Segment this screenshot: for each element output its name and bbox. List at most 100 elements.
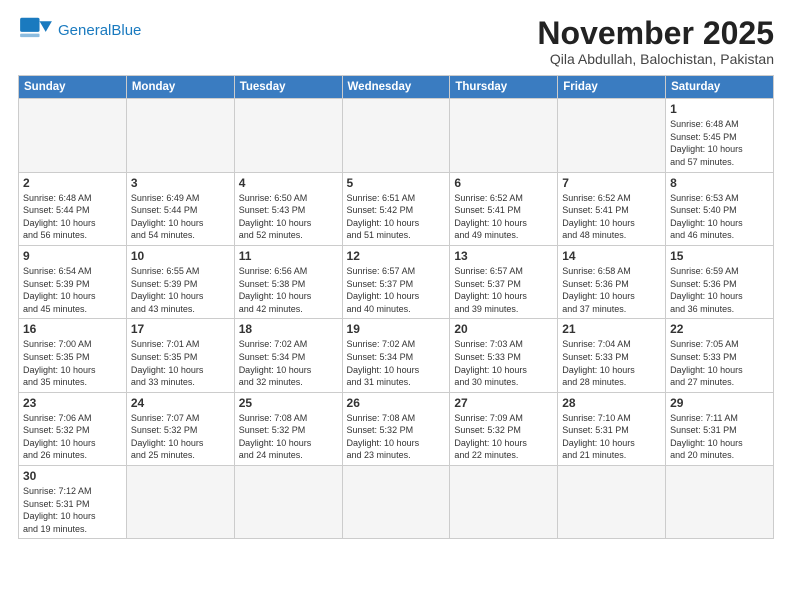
day-info: Sunrise: 7:04 AM Sunset: 5:33 PM Dayligh… [562, 338, 661, 388]
calendar-day-cell [126, 466, 234, 539]
calendar-day-cell: 3 Sunrise: 6:49 AM Sunset: 5:44 PM Daylig… [126, 172, 234, 245]
calendar-day-cell: 25Sunrise: 7:08 AM Sunset: 5:32 PM Dayli… [234, 392, 342, 465]
calendar-day-cell [19, 99, 127, 172]
day-number: 21 [562, 322, 661, 336]
day-number: 30 [23, 469, 122, 483]
calendar-week-5: 23 Sunrise: 7:06 AM Sunset: 5:32 PM Dayli… [19, 392, 774, 465]
calendar-day-cell: 15 Sunrise: 6:59 AM Sunset: 5:36 PM Dayli… [666, 245, 774, 318]
day-info: Sunrise: 7:11 AM Sunset: 5:31 PM Dayligh… [670, 412, 769, 462]
calendar-day-cell: 26 Sunrise: 7:08 AM Sunset: 5:32 PM Dayli… [342, 392, 450, 465]
day-number: 24 [131, 396, 230, 410]
day-number: 12 [347, 249, 446, 263]
day-info: Sunrise: 6:51 AM Sunset: 5:42 PM Dayligh… [347, 192, 446, 242]
logo-text: GeneralBlue [58, 22, 141, 40]
calendar-day-cell: 10Sunrise: 6:55 AM Sunset: 5:39 PM Dayli… [126, 245, 234, 318]
day-info: Sunrise: 6:56 AM Sunset: 5:38 PM Dayligh… [239, 265, 338, 315]
calendar-day-cell: 29 Sunrise: 7:11 AM Sunset: 5:31 PM Dayli… [666, 392, 774, 465]
calendar-day-cell [666, 466, 774, 539]
calendar-day-cell [450, 99, 558, 172]
day-number: 19 [347, 322, 446, 336]
day-info: Sunrise: 6:53 AM Sunset: 5:40 PM Dayligh… [670, 192, 769, 242]
day-number: 26 [347, 396, 446, 410]
calendar-day-cell: 13 Sunrise: 6:57 AM Sunset: 5:37 PM Dayli… [450, 245, 558, 318]
calendar-day-cell: 4 Sunrise: 6:50 AM Sunset: 5:43 PM Daylig… [234, 172, 342, 245]
day-number: 23 [23, 396, 122, 410]
calendar-day-cell: 14Sunrise: 6:58 AM Sunset: 5:36 PM Dayli… [558, 245, 666, 318]
weekday-header-row: SundayMondayTuesdayWednesdayThursdayFrid… [19, 76, 774, 99]
weekday-header-friday: Friday [558, 76, 666, 99]
day-info: Sunrise: 7:08 AM Sunset: 5:32 PM Dayligh… [239, 412, 338, 462]
day-number: 29 [670, 396, 769, 410]
calendar-week-1: 1 Sunrise: 6:48 AM Sunset: 5:45 PM Daylig… [19, 99, 774, 172]
day-info: Sunrise: 6:58 AM Sunset: 5:36 PM Dayligh… [562, 265, 661, 315]
day-info: Sunrise: 7:03 AM Sunset: 5:33 PM Dayligh… [454, 338, 553, 388]
day-info: Sunrise: 7:12 AM Sunset: 5:31 PM Dayligh… [23, 485, 122, 535]
day-info: Sunrise: 6:52 AM Sunset: 5:41 PM Dayligh… [454, 192, 553, 242]
calendar-day-cell: 2Sunrise: 6:48 AM Sunset: 5:44 PM Daylig… [19, 172, 127, 245]
weekday-header-wednesday: Wednesday [342, 76, 450, 99]
calendar-day-cell [558, 466, 666, 539]
page: GeneralBlue November 2025 Qila Abdullah,… [0, 0, 792, 549]
day-number: 9 [23, 249, 122, 263]
day-info: Sunrise: 7:10 AM Sunset: 5:31 PM Dayligh… [562, 412, 661, 462]
calendar-day-cell: 27Sunrise: 7:09 AM Sunset: 5:32 PM Dayli… [450, 392, 558, 465]
calendar-day-cell: 7Sunrise: 6:52 AM Sunset: 5:41 PM Daylig… [558, 172, 666, 245]
calendar-day-cell: 11 Sunrise: 6:56 AM Sunset: 5:38 PM Dayli… [234, 245, 342, 318]
calendar-day-cell: 21 Sunrise: 7:04 AM Sunset: 5:33 PM Dayli… [558, 319, 666, 392]
day-info: Sunrise: 6:54 AM Sunset: 5:39 PM Dayligh… [23, 265, 122, 315]
header: GeneralBlue November 2025 Qila Abdullah,… [18, 16, 774, 67]
title-block: November 2025 Qila Abdullah, Balochistan… [537, 16, 774, 67]
day-info: Sunrise: 6:50 AM Sunset: 5:43 PM Dayligh… [239, 192, 338, 242]
day-number: 16 [23, 322, 122, 336]
calendar-day-cell [342, 99, 450, 172]
calendar-day-cell [126, 99, 234, 172]
day-number: 1 [670, 102, 769, 116]
subtitle: Qila Abdullah, Balochistan, Pakistan [537, 51, 774, 67]
day-number: 8 [670, 176, 769, 190]
day-info: Sunrise: 7:01 AM Sunset: 5:35 PM Dayligh… [131, 338, 230, 388]
calendar-day-cell: 28Sunrise: 7:10 AM Sunset: 5:31 PM Dayli… [558, 392, 666, 465]
day-info: Sunrise: 6:48 AM Sunset: 5:44 PM Dayligh… [23, 192, 122, 242]
day-info: Sunrise: 7:09 AM Sunset: 5:32 PM Dayligh… [454, 412, 553, 462]
day-number: 7 [562, 176, 661, 190]
weekday-header-thursday: Thursday [450, 76, 558, 99]
logo-blue: Blue [111, 22, 141, 39]
day-info: Sunrise: 7:06 AM Sunset: 5:32 PM Dayligh… [23, 412, 122, 462]
calendar-day-cell: 5 Sunrise: 6:51 AM Sunset: 5:42 PM Daylig… [342, 172, 450, 245]
calendar-day-cell [234, 99, 342, 172]
day-info: Sunrise: 6:59 AM Sunset: 5:36 PM Dayligh… [670, 265, 769, 315]
day-number: 18 [239, 322, 338, 336]
day-info: Sunrise: 7:00 AM Sunset: 5:35 PM Dayligh… [23, 338, 122, 388]
day-number: 4 [239, 176, 338, 190]
day-number: 15 [670, 249, 769, 263]
calendar-day-cell: 1 Sunrise: 6:48 AM Sunset: 5:45 PM Daylig… [666, 99, 774, 172]
day-number: 3 [131, 176, 230, 190]
weekday-header-sunday: Sunday [19, 76, 127, 99]
weekday-header-monday: Monday [126, 76, 234, 99]
weekday-header-tuesday: Tuesday [234, 76, 342, 99]
day-info: Sunrise: 6:48 AM Sunset: 5:45 PM Dayligh… [670, 118, 769, 168]
weekday-header-saturday: Saturday [666, 76, 774, 99]
day-number: 5 [347, 176, 446, 190]
month-title: November 2025 [537, 16, 774, 51]
day-info: Sunrise: 7:07 AM Sunset: 5:32 PM Dayligh… [131, 412, 230, 462]
calendar-day-cell: 12Sunrise: 6:57 AM Sunset: 5:37 PM Dayli… [342, 245, 450, 318]
calendar-day-cell: 8 Sunrise: 6:53 AM Sunset: 5:40 PM Daylig… [666, 172, 774, 245]
day-info: Sunrise: 6:57 AM Sunset: 5:37 PM Dayligh… [454, 265, 553, 315]
calendar-day-cell: 19Sunrise: 7:02 AM Sunset: 5:34 PM Dayli… [342, 319, 450, 392]
logo-general: General [58, 22, 111, 39]
logo-icon [18, 16, 54, 46]
day-info: Sunrise: 6:49 AM Sunset: 5:44 PM Dayligh… [131, 192, 230, 242]
calendar-day-cell: 24 Sunrise: 7:07 AM Sunset: 5:32 PM Dayli… [126, 392, 234, 465]
day-info: Sunrise: 7:08 AM Sunset: 5:32 PM Dayligh… [347, 412, 446, 462]
calendar-day-cell [342, 466, 450, 539]
calendar-week-4: 16 Sunrise: 7:00 AM Sunset: 5:35 PM Dayli… [19, 319, 774, 392]
day-number: 17 [131, 322, 230, 336]
day-number: 11 [239, 249, 338, 263]
calendar-day-cell [450, 466, 558, 539]
day-number: 6 [454, 176, 553, 190]
calendar-day-cell: 16 Sunrise: 7:00 AM Sunset: 5:35 PM Dayli… [19, 319, 127, 392]
calendar-day-cell: 20Sunrise: 7:03 AM Sunset: 5:33 PM Dayli… [450, 319, 558, 392]
day-number: 13 [454, 249, 553, 263]
calendar-day-cell: 18Sunrise: 7:02 AM Sunset: 5:34 PM Dayli… [234, 319, 342, 392]
